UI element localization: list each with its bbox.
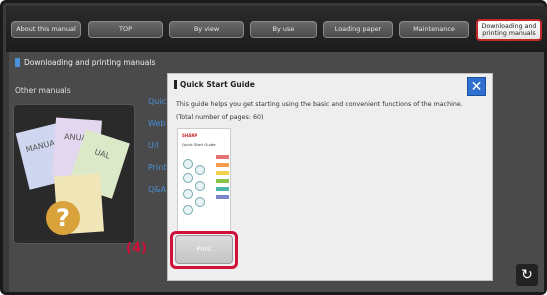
thumbnail-hex-icon	[183, 189, 193, 199]
link-quick-start[interactable]: Quic	[148, 97, 166, 106]
reload-icon[interactable]: ↻	[516, 264, 538, 286]
guide-thumbnail: SHARP Quick Start Guide	[177, 128, 231, 232]
dialog-page-count: (Total number of pages: 60)	[176, 114, 264, 121]
print-button[interactable]: Print	[175, 235, 233, 264]
link-qa[interactable]: Q&A	[148, 185, 166, 194]
tab-by-use[interactable]: By use	[250, 21, 317, 38]
tab-by-view[interactable]: By view	[169, 21, 244, 38]
thumbnail-stripe	[216, 179, 229, 183]
dialog-title-text: Quick Start Guide	[180, 80, 255, 89]
thumbnail-stripe	[216, 195, 229, 199]
section-marker	[15, 58, 20, 67]
tab-about-this-manual[interactable]: About this manual	[11, 21, 81, 38]
thumbnail-stripe	[216, 187, 229, 191]
tab-maintenance[interactable]: Maintenance	[399, 21, 469, 38]
link-ui[interactable]: U/I	[148, 141, 159, 150]
thumbnail-hex-icon	[195, 197, 205, 207]
thumbnail-hex-icon	[195, 181, 205, 191]
close-icon[interactable]: ✕	[467, 77, 486, 96]
dialog-title-marker	[174, 80, 177, 89]
question-mark-icon: ?	[46, 201, 80, 235]
tab-bar: About this manual TOP By view By use Loa…	[6, 6, 547, 52]
thumbnail-hex-icon	[183, 205, 193, 215]
dialog-description: This guide helps you get starting using …	[176, 101, 463, 108]
link-web[interactable]: Web	[148, 119, 165, 128]
device-frame: About this manual TOP By view By use Loa…	[0, 0, 547, 295]
other-manuals-label: Other manuals	[15, 86, 71, 95]
thumbnail-hex-icon	[183, 173, 193, 183]
tab-top[interactable]: TOP	[88, 21, 163, 38]
tab-downloading-and-printing[interactable]: Downloading and printing manuals	[476, 19, 542, 41]
thumbnail-hex-icon	[183, 159, 193, 169]
section-title: Downloading and printing manuals	[15, 58, 155, 67]
thumbnail-hex-icon	[195, 165, 205, 175]
thumbnail-title: Quick Start Guide	[182, 142, 216, 147]
dialog-title: Quick Start Guide	[174, 80, 255, 89]
step-label: (4)	[126, 241, 147, 256]
thumbnail-brand: SHARP	[182, 133, 198, 138]
thumbnail-stripe	[216, 171, 229, 175]
link-print[interactable]: Print	[148, 163, 166, 172]
thumbnail-stripe	[216, 163, 229, 167]
manuals-icon: MANUAL ANUAL UAL ?	[13, 104, 135, 244]
tab-loading-paper[interactable]: Loading paper	[323, 21, 393, 38]
section-title-text: Downloading and printing manuals	[24, 58, 156, 67]
thumbnail-stripe	[216, 155, 229, 159]
